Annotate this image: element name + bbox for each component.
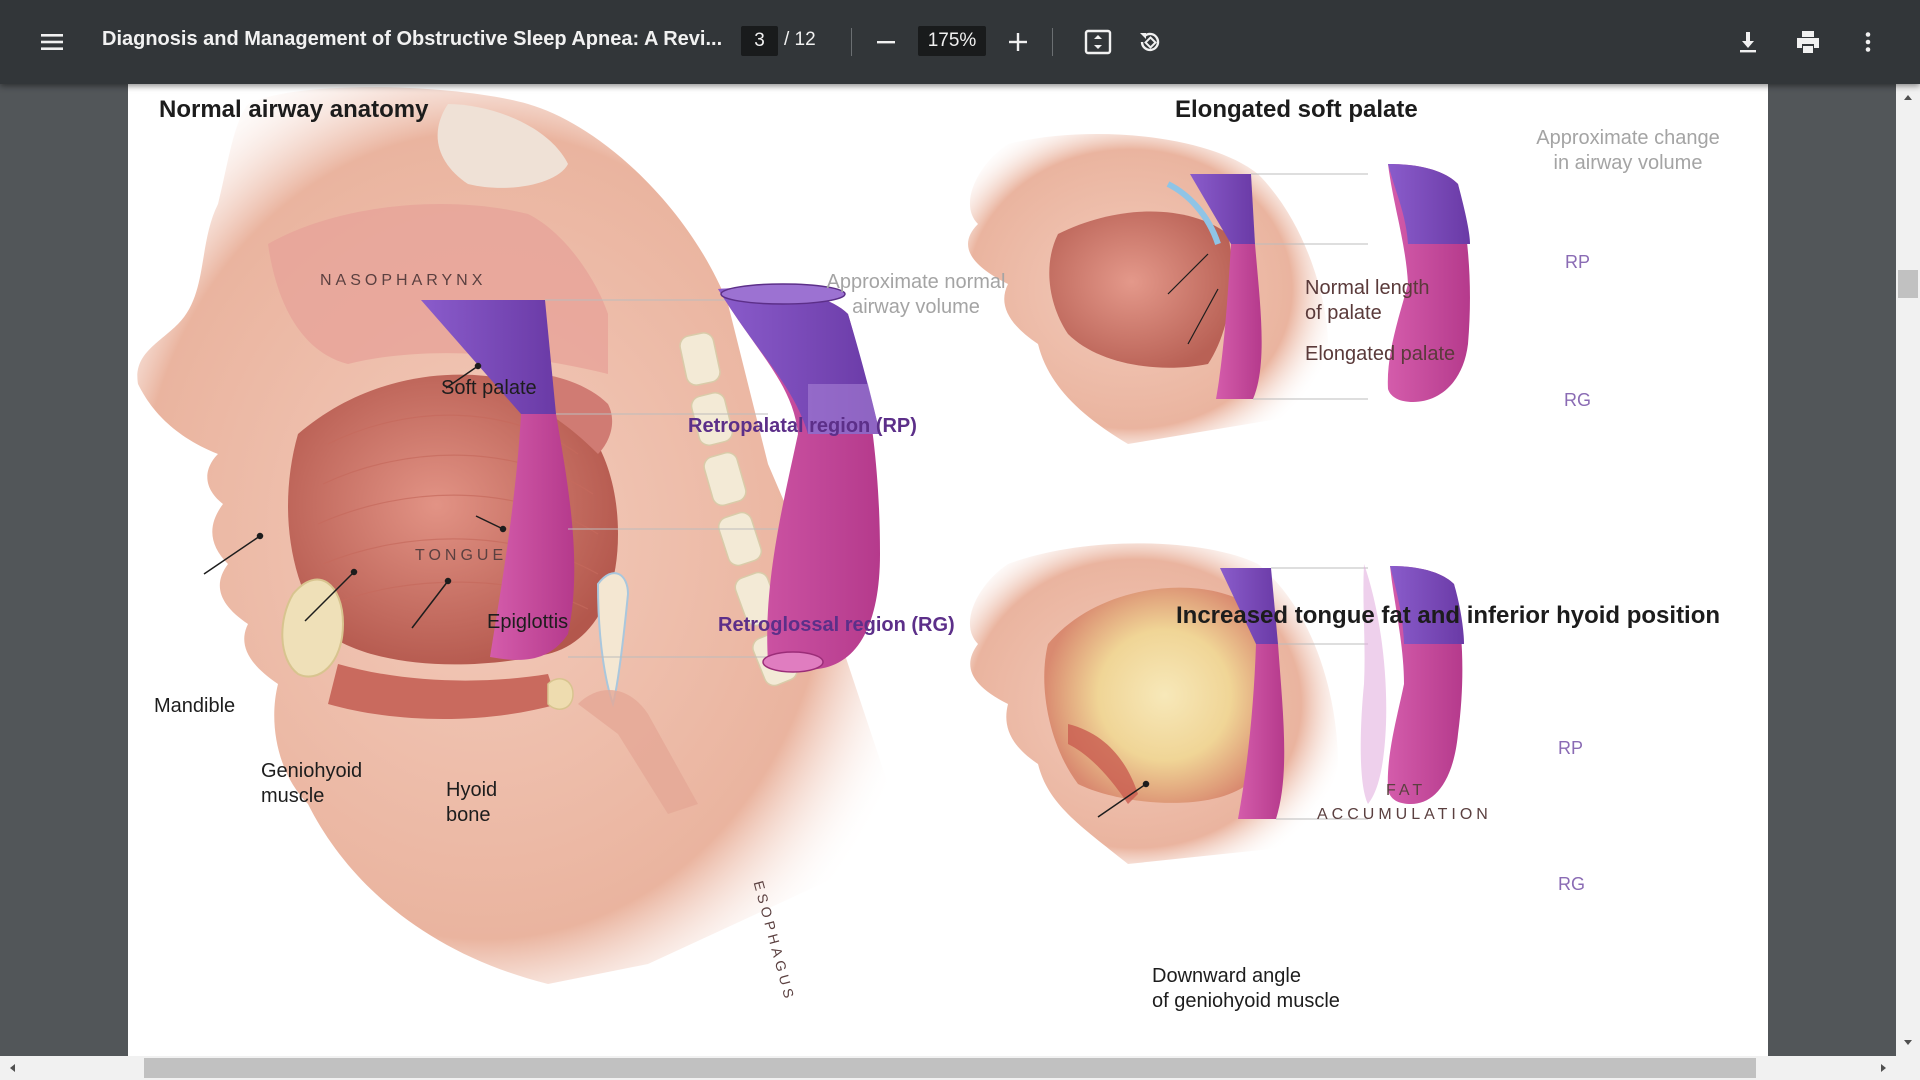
label-tongue-fat-rg: RG <box>1558 874 1585 894</box>
plus-icon <box>1009 33 1027 51</box>
label-normal-length-line1: Normal length <box>1305 277 1430 299</box>
label-geniohyoid-line2: muscle <box>261 785 325 807</box>
page-number-input[interactable]: 3 <box>741 26 778 56</box>
label-approximate-change-volume: Approximate change in airway volume <box>1518 126 1738 176</box>
label-soft-palate: Soft palate <box>441 377 537 399</box>
scroll-right-arrow-icon[interactable] <box>1876 1056 1890 1080</box>
label-normal-length-line2: of palate <box>1305 302 1382 324</box>
label-normal-volume-line2: airway volume <box>852 296 980 318</box>
label-geniohyoid-muscle: Geniohyoid muscle <box>261 759 362 809</box>
more-options-button[interactable] <box>1848 22 1888 62</box>
label-tongue: TONGUE <box>415 547 508 564</box>
label-retroglossal-region: Retroglossal region (RG) <box>718 614 955 636</box>
scroll-down-arrow-icon[interactable] <box>1896 1036 1920 1050</box>
print-button[interactable] <box>1788 22 1828 62</box>
label-elongated-palate: Elongated palate <box>1305 343 1456 365</box>
label-hyoid-line1: Hyoid <box>446 779 498 801</box>
zoom-in-button[interactable] <box>998 22 1038 62</box>
fit-page-icon <box>1084 29 1112 55</box>
menu-button[interactable] <box>32 22 72 62</box>
airway-anatomy-illustration <box>137 87 1470 984</box>
label-geniohyoid-line1: Geniohyoid <box>261 760 363 782</box>
pdf-viewer-area[interactable]: Normal airway anatomy NASOPHARYNX Soft p… <box>0 84 1920 1080</box>
label-elongated-rg: RG <box>1564 390 1591 410</box>
heading-tongue-fat-hyoid: Increased tongue fat and inferior hyoid … <box>1176 602 1721 629</box>
rotate-button[interactable] <box>1130 22 1170 62</box>
heading-normal-airway: Normal airway anatomy <box>159 96 429 123</box>
label-approximate-normal-volume: Approximate normal airway volume <box>806 270 1026 320</box>
label-elongated-rp: RP <box>1565 252 1591 272</box>
label-fat: FAT <box>1386 782 1427 799</box>
label-change-line1: Approximate change <box>1536 127 1720 149</box>
label-nasopharynx: NASOPHARYNX <box>320 272 487 289</box>
document-title: Diagnosis and Management of Obstructive … <box>102 28 723 50</box>
pdf-page: Normal airway anatomy NASOPHARYNX Soft p… <box>128 84 1768 1056</box>
heading-elongated-soft-palate: Elongated soft palate <box>1175 96 1418 123</box>
label-hyoid-bone: Hyoid bone <box>446 778 497 828</box>
label-hyoid-line2: bone <box>446 804 491 826</box>
download-button[interactable] <box>1728 22 1768 62</box>
printer-icon <box>1797 31 1819 53</box>
label-downward-line1: Downward angle <box>1152 965 1301 987</box>
page-total: / 12 <box>784 29 816 50</box>
vertical-scroll-thumb[interactable] <box>1898 270 1918 298</box>
label-normal-length-palate: Normal length of palate <box>1305 276 1430 326</box>
label-normal-volume-line1: Approximate normal <box>826 271 1006 293</box>
toolbar-divider <box>1052 28 1053 56</box>
zoom-out-button[interactable] <box>866 22 906 62</box>
pdf-toolbar: Diagnosis and Management of Obstructive … <box>0 0 1920 84</box>
label-downward-line2: of geniohyoid muscle <box>1152 990 1340 1012</box>
label-epiglottis: Epiglottis <box>487 611 569 633</box>
vertical-scrollbar[interactable] <box>1896 84 1920 1056</box>
label-change-line2: in airway volume <box>1553 152 1703 174</box>
scroll-left-arrow-icon[interactable] <box>6 1056 20 1080</box>
more-vertical-icon <box>1865 32 1871 52</box>
toolbar-divider <box>851 28 852 56</box>
label-tongue-fat-rp: RP <box>1558 738 1584 758</box>
label-accumulation: ACCUMULATION <box>1317 806 1492 823</box>
zoom-level-input[interactable]: 175% <box>918 26 986 56</box>
rotate-icon <box>1140 32 1160 52</box>
label-downward-angle-geniohyoid: Downward angle of geniohyoid muscle <box>1152 964 1340 1014</box>
horizontal-scroll-thumb[interactable] <box>144 1058 1756 1078</box>
download-icon <box>1740 32 1756 53</box>
hamburger-menu-icon <box>41 34 63 50</box>
label-retropalatal-region: Retropalatal region (RP) <box>688 415 917 437</box>
fit-to-page-button[interactable] <box>1078 22 1118 62</box>
scroll-up-arrow-icon[interactable] <box>1896 90 1920 104</box>
minus-icon <box>877 41 895 44</box>
label-mandible: Mandible <box>154 695 236 717</box>
